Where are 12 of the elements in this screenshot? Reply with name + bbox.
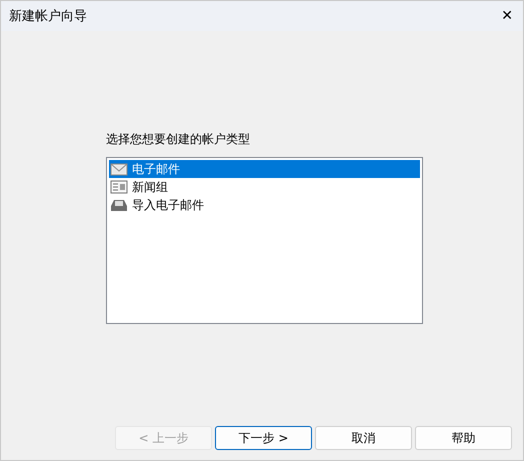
dialog-button[interactable]: 帮助 bbox=[415, 426, 512, 450]
dialog-button[interactable]: 下一步 > bbox=[215, 426, 312, 450]
dialog-button[interactable]: 取消 bbox=[315, 426, 412, 450]
window-title: 新建帐户向导 bbox=[9, 8, 87, 25]
list-item[interactable]: 新闻组 bbox=[109, 178, 420, 196]
prompt-label: 选择您想要创建的帐户类型 bbox=[106, 131, 251, 148]
inbox-tray-icon bbox=[110, 198, 128, 212]
newspaper-icon bbox=[110, 180, 128, 194]
close-button[interactable]: ✕ bbox=[497, 6, 517, 26]
list-item[interactable]: 电子邮件 bbox=[109, 160, 420, 178]
envelope-icon bbox=[110, 162, 128, 176]
list-item[interactable]: 导入电子邮件 bbox=[109, 196, 420, 214]
